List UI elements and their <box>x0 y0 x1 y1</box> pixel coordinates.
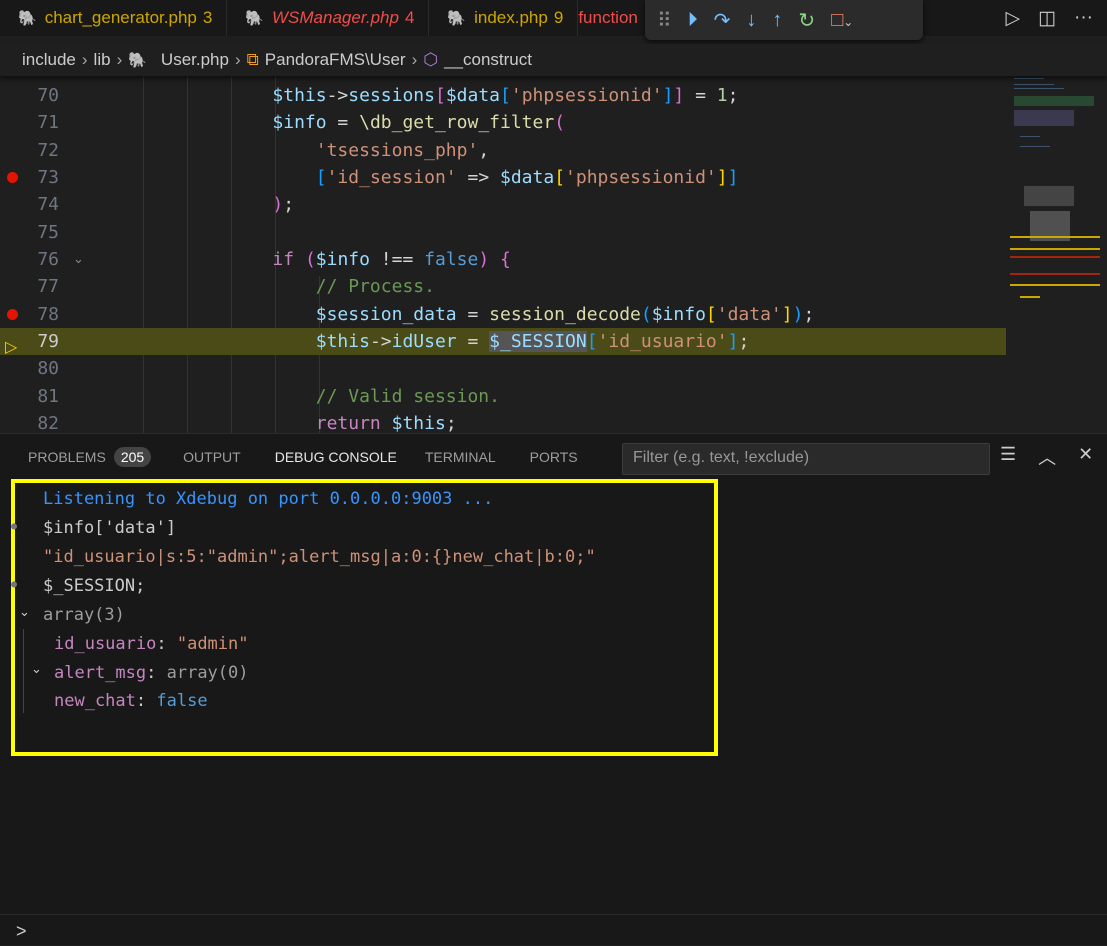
array-item[interactable]: alert_msg: array(0) <box>54 659 249 687</box>
line-number[interactable]: 82 <box>0 410 59 433</box>
tab-terminal[interactable]: TERMINAL <box>411 434 510 480</box>
drag-handle-icon[interactable]: ⠿ <box>657 8 672 33</box>
breakpoint-icon[interactable] <box>7 308 18 320</box>
php-icon: 🐘 <box>245 10 265 27</box>
code-line[interactable]: 71 $info = \db_get_row_filter( <box>0 109 1006 136</box>
editor-actions: ▷ ◫ ··· <box>1005 0 1107 36</box>
tab-wsmanager[interactable]: 🐘 WSManager.php 4 <box>227 0 430 36</box>
code-editor[interactable]: 70 $this->sessions[$data['phpsessionid']… <box>0 76 1107 433</box>
restart-icon[interactable]: ↻ <box>798 8 815 33</box>
code-line[interactable]: 78 $session_data = session_decode($info[… <box>0 301 1006 328</box>
code-line[interactable]: 80 <box>0 355 1006 382</box>
more-actions-icon[interactable]: ··· <box>1074 7 1093 29</box>
maximize-panel-icon[interactable]: ︿ <box>1038 444 1056 470</box>
minimap[interactable] <box>1010 76 1100 306</box>
line-number[interactable]: 75 <box>0 219 59 246</box>
php-icon: 🐘 <box>447 10 467 27</box>
step-out-icon[interactable]: ↑ <box>772 9 782 32</box>
close-panel-icon[interactable]: ✕ <box>1078 444 1093 470</box>
code-line[interactable]: 77 // Process. <box>0 273 1006 300</box>
editor-tabs: 🐘 chart_generator.php 3 🐘 WSManager.php 4 🐘 i… <box>0 0 1107 36</box>
console-result: "id_usuario|s:5:"admin";alert_msg|a:0:{}… <box>43 547 596 567</box>
step-into-icon[interactable]: ↓ <box>746 9 756 32</box>
fold-chevron-icon[interactable]: ⌄ <box>73 246 84 273</box>
breakpoint-icon[interactable] <box>7 171 18 183</box>
console-expression: $_SESSION; <box>43 576 146 596</box>
code-line[interactable]: 74 ); <box>0 191 1006 218</box>
code-line[interactable]: 72 'tsessions_php', <box>0 137 1006 164</box>
line-number[interactable]: 74 <box>0 191 59 218</box>
line-number[interactable]: 80 <box>0 355 59 382</box>
breadcrumb-method[interactable]: __construct <box>444 50 532 70</box>
breadcrumb: include › lib › 🐘 User.php › ⧉ PandoraFMS\Use… <box>0 44 1107 76</box>
line-number[interactable]: 70 <box>0 82 59 109</box>
namespace-icon: ⧉ <box>246 50 259 69</box>
clear-console-icon[interactable]: ☰ <box>1000 444 1016 470</box>
breadcrumb-include[interactable]: include <box>22 50 76 70</box>
line-number[interactable]: 72 <box>0 137 59 164</box>
filter-input[interactable]: Filter (e.g. text, !exclude) <box>622 443 990 475</box>
code-line[interactable]: 70 $this->sessions[$data['phpsessionid']… <box>0 82 1006 109</box>
debug-toolbar: ⠿ ⏵ ↷ ↓ ↑ ↻ □⌄ <box>645 0 923 40</box>
tab-index[interactable]: 🐘 index.php 9 <box>429 0 579 36</box>
problems-count-badge: 205 <box>113 447 152 467</box>
console-message: Listening to Xdebug on port 0.0.0.0:9003… <box>43 489 494 509</box>
code-line[interactable]: 79 ▷ $this->idUser = $_SESSION['id_usuari… <box>0 327 1006 356</box>
breadcrumb-file[interactable]: User.php <box>161 50 229 70</box>
line-number[interactable]: 76 <box>0 246 59 273</box>
tab-ports[interactable]: PORTS <box>510 434 592 480</box>
debug-console-output: Listening to Xdebug on port 0.0.0.0:9003… <box>11 479 718 756</box>
chevron-down-icon[interactable]: ⌄ <box>31 662 42 677</box>
code-line[interactable]: 76 ⌄ if ($info !== false) { <box>0 246 1006 273</box>
run-debug-icon[interactable]: ▷ <box>1005 7 1020 30</box>
tab-chart-generator[interactable]: 🐘 chart_generator.php 3 <box>0 0 228 36</box>
method-icon: ⬡ <box>423 50 439 69</box>
code-line[interactable]: 73 ['id_session' => $data['phpsessionid'… <box>0 164 1006 191</box>
tab-function[interactable]: function <box>578 0 653 36</box>
breadcrumb-lib[interactable]: lib <box>94 50 111 70</box>
php-icon: 🐘 <box>128 52 147 69</box>
continue-icon[interactable]: ⏵ <box>688 9 698 32</box>
console-input[interactable]: > <box>0 914 1107 946</box>
prompt-chevron-icon: > <box>16 921 27 941</box>
array-item: new_chat: false <box>54 691 208 711</box>
php-icon: 🐘 <box>18 10 37 27</box>
line-number[interactable]: 77 <box>0 273 59 300</box>
chevron-down-icon[interactable]: ⌄ <box>19 605 30 620</box>
tab-problems[interactable]: PROBLEMS 205 <box>0 434 165 480</box>
code-line[interactable]: 75 <box>0 219 1006 246</box>
breadcrumb-class[interactable]: PandoraFMS\User <box>265 50 406 70</box>
console-expression: $info['data'] <box>43 518 177 538</box>
split-editor-icon[interactable]: ◫ <box>1038 7 1056 30</box>
line-number[interactable]: 81 <box>0 383 59 410</box>
array-node[interactable]: array(3) <box>43 601 125 629</box>
step-over-icon[interactable]: ↷ <box>714 8 731 33</box>
tab-output[interactable]: OUTPUT <box>165 434 255 480</box>
tab-debug-console[interactable]: DEBUG CONSOLE <box>255 434 411 480</box>
line-number[interactable]: 71 <box>0 109 59 136</box>
array-item: id_usuario: "admin" <box>54 634 249 654</box>
code-line[interactable]: 81 // Valid session. <box>0 383 1006 410</box>
stop-icon[interactable]: □⌄ <box>831 9 853 32</box>
panel-tabs: PROBLEMS 205 OUTPUT DEBUG CONSOLE TERMINA… <box>0 434 592 480</box>
code-line[interactable]: 82 return $this; <box>0 410 1006 433</box>
